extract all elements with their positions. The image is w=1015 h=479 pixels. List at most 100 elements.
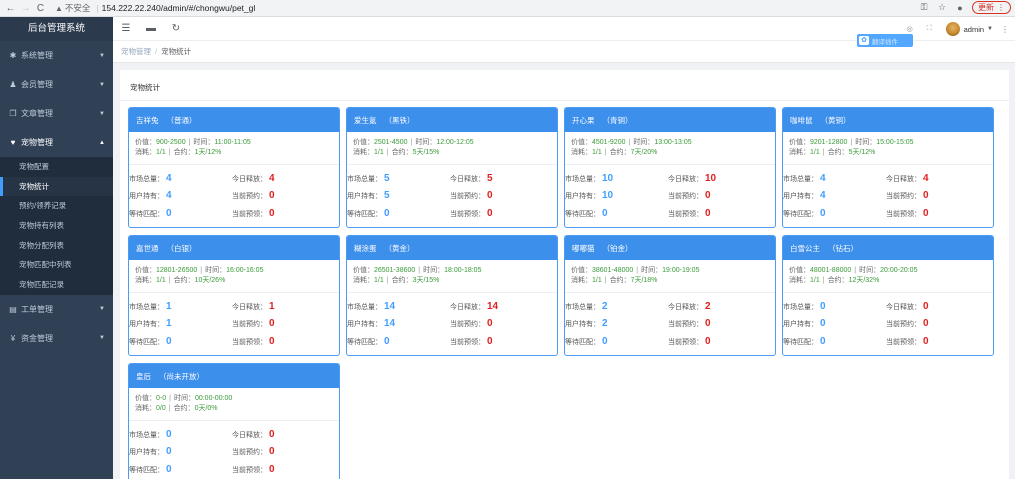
pet-info: 价值：26501-38600 | 时间：18:00-18:05 消耗：1/1 | 合约：3… xyxy=(347,260,557,293)
info-divider: | xyxy=(636,267,639,274)
reload-icon[interactable]: C xyxy=(34,2,47,15)
fullscreen-icon[interactable]: ⛶ xyxy=(927,25,932,33)
user-hold-stat: 用户持有： 10 xyxy=(565,190,613,201)
current-claim-stat: 当前预领： 0 xyxy=(232,208,275,219)
forward-icon[interactable]: → xyxy=(19,2,32,15)
hamburger-icon[interactable]: ☰ xyxy=(121,23,131,34)
translate-plugin-label: 翻译插件 xyxy=(872,38,898,46)
refresh-icon[interactable]: ↻ xyxy=(171,23,181,34)
address-bar[interactable]: ▲ 不安全 | 154.222.22.240/admin/#/chongwu/p… xyxy=(55,2,255,15)
pet-info-line: 消耗：1/1 | 合约：5天/12% xyxy=(789,148,993,158)
market-total-value: 10 xyxy=(602,173,614,184)
sidebar-item[interactable]: ¥ 资金管理 ▼ xyxy=(0,324,113,353)
sidebar-item[interactable]: ♟ 会员管理 ▼ xyxy=(0,70,113,99)
message-icon[interactable]: ▬ xyxy=(146,23,156,34)
help-icon[interactable]: ◎ xyxy=(907,25,913,33)
pet-stats: 市场总量： 4 今日释放： 4 用户持有： 4 当前预约： 0 等待匹配： 0 当前预领： 0 xyxy=(783,165,993,227)
caret-down-icon: ▼ xyxy=(99,52,105,59)
main-area: ☰ ▬ ↻ ◎ ⛶ admin ▼ ⋮ ✿ 翻译插件 宠物管理 / 宠物统计 宠… xyxy=(113,17,1015,479)
waiting-match-label: 等待匹配： xyxy=(565,339,600,346)
market-total-value: 0 xyxy=(166,429,172,440)
sidebar-item[interactable]: ♥ 宠物管理 ▲ xyxy=(0,128,113,157)
sidebar-subitem[interactable]: 预约/领养记录 xyxy=(0,196,113,216)
sidebar-item[interactable]: ▤ 工单管理 ▼ xyxy=(0,295,113,324)
contract-label: 合约： xyxy=(609,277,631,284)
pet-info: 价值：9201-12800 | 时间：15:00-15:05 消耗：1/1 | 合约：5天… xyxy=(783,132,993,165)
copy-icon: ❐ xyxy=(9,109,17,118)
price-label: 价值： xyxy=(135,139,156,146)
today-release-label: 今日释放： xyxy=(668,304,703,311)
pet-name: 咖啡鼠 xyxy=(790,115,813,125)
price-label: 价值： xyxy=(135,395,156,402)
user-hold-label: 用户持有： xyxy=(347,193,382,200)
market-total-label: 市场总量： xyxy=(129,432,164,439)
pet-level: （白银） xyxy=(166,243,197,253)
pet-info-line: 消耗：1/1 | 合约：5天/15% xyxy=(353,148,557,158)
waiting-match-value: 0 xyxy=(166,336,172,347)
cost-value: 0/0 xyxy=(156,405,166,412)
price-value: 38601-48000 xyxy=(592,267,634,274)
sidebar-subitem[interactable]: 宠物分配列表 xyxy=(0,236,113,256)
sidebar-subitem[interactable]: 宠物持有列表 xyxy=(0,216,113,236)
user-hold-stat: 用户持有： 14 xyxy=(347,318,395,329)
sidebar-subitem[interactable]: 宠物匹配记录 xyxy=(0,275,113,295)
user-name[interactable]: admin xyxy=(964,25,984,34)
contract-label: 合约： xyxy=(609,149,631,156)
current-reserve-stat: 当前预约： 0 xyxy=(668,190,711,201)
contract-value: 10天/26% xyxy=(194,277,226,284)
price-value: 900-2500 xyxy=(156,139,186,146)
key-icon[interactable]: ⚿ xyxy=(918,2,930,13)
current-reserve-label: 当前预约： xyxy=(886,321,921,328)
waiting-match-label: 等待匹配： xyxy=(783,211,818,218)
time-label: 时间： xyxy=(205,267,227,274)
waiting-match-stat: 等待匹配： 0 xyxy=(347,336,390,347)
translate-plugin-badge[interactable]: ✿ 翻译插件 xyxy=(857,34,913,47)
sidebar-subitem[interactable]: 宠物配置 xyxy=(0,157,113,177)
market-total-value: 4 xyxy=(166,173,172,184)
time-value: 11:00-11:05 xyxy=(214,139,251,146)
star-icon[interactable]: ☆ xyxy=(936,2,948,13)
breadcrumb-root[interactable]: 宠物管理 xyxy=(121,46,151,57)
contract-value: 3天/15% xyxy=(412,277,440,284)
kebab-icon[interactable]: ⋮ xyxy=(1001,25,1009,34)
gear-icon: ✱ xyxy=(9,51,17,60)
user-hold-stat: 用户持有： 2 xyxy=(565,318,608,329)
waiting-match-label: 等待匹配： xyxy=(565,211,600,218)
pet-card: 开心果 （青铜） 价值：4501-9200 | 时间：13:00-13:05 消耗：1/1… xyxy=(564,107,776,228)
security-indicator[interactable]: ▲ 不安全 xyxy=(55,2,90,14)
info-divider: | xyxy=(386,277,389,284)
update-button[interactable]: 更新 ⋮ xyxy=(972,1,1011,14)
avatar[interactable] xyxy=(945,22,960,36)
market-total-label: 市场总量： xyxy=(565,176,600,183)
sidebar-subitem[interactable]: 宠物统计 xyxy=(0,176,113,197)
pet-info-line: 价值：12801-26500 | 时间：16:00-16:05 xyxy=(135,266,339,276)
current-claim-label: 当前预领： xyxy=(886,339,921,346)
sidebar-item[interactable]: ✱ 系统管理 ▼ xyxy=(0,41,113,70)
cost-value: 1/1 xyxy=(156,277,166,284)
pet-info-line: 价值：2501-4500 | 时间：12:00-12:05 xyxy=(353,138,557,148)
profile-icon[interactable]: ● xyxy=(954,3,966,13)
current-claim-value: 0 xyxy=(269,208,275,219)
current-reserve-stat: 当前预约： 0 xyxy=(232,318,275,329)
back-icon[interactable]: ← xyxy=(4,2,17,15)
price-value: 2501-4500 xyxy=(374,139,408,146)
current-claim-label: 当前预领： xyxy=(232,211,267,218)
current-reserve-label: 当前预约： xyxy=(668,321,703,328)
waiting-match-value: 0 xyxy=(166,208,172,219)
current-reserve-label: 当前预约： xyxy=(886,193,921,200)
today-release-stat: 今日释放： 14 xyxy=(450,301,498,312)
pet-info-line: 消耗：1/1 | 合约：7天/20% xyxy=(571,148,775,158)
browser-toolbar: ← → C ▲ 不安全 | 154.222.22.240/admin/#/cho… xyxy=(0,0,1015,17)
sidebar-item[interactable]: ❐ 文章管理 ▼ xyxy=(0,99,113,128)
info-divider: | xyxy=(168,277,171,284)
pet-info-line: 消耗：1/1 | 合约：12天/32% xyxy=(789,276,993,286)
sidebar-item-label: 工单管理 xyxy=(21,304,53,314)
caret-down-icon[interactable]: ▼ xyxy=(987,26,993,32)
sidebar-subitem[interactable]: 宠物匹配中列表 xyxy=(0,255,113,275)
pet-card: 吉祥兔 （普通） 价值：900-2500 | 时间：11:00-11:05 消耗：1/1 |… xyxy=(128,107,340,228)
pet-info-line: 价值：38601-48000 | 时间：19:00-19:05 xyxy=(571,266,775,276)
current-reserve-label: 当前预约： xyxy=(232,449,267,456)
today-release-value: 4 xyxy=(923,173,929,184)
waiting-match-stat: 等待匹配： 0 xyxy=(347,208,390,219)
today-release-value: 1 xyxy=(269,301,275,312)
